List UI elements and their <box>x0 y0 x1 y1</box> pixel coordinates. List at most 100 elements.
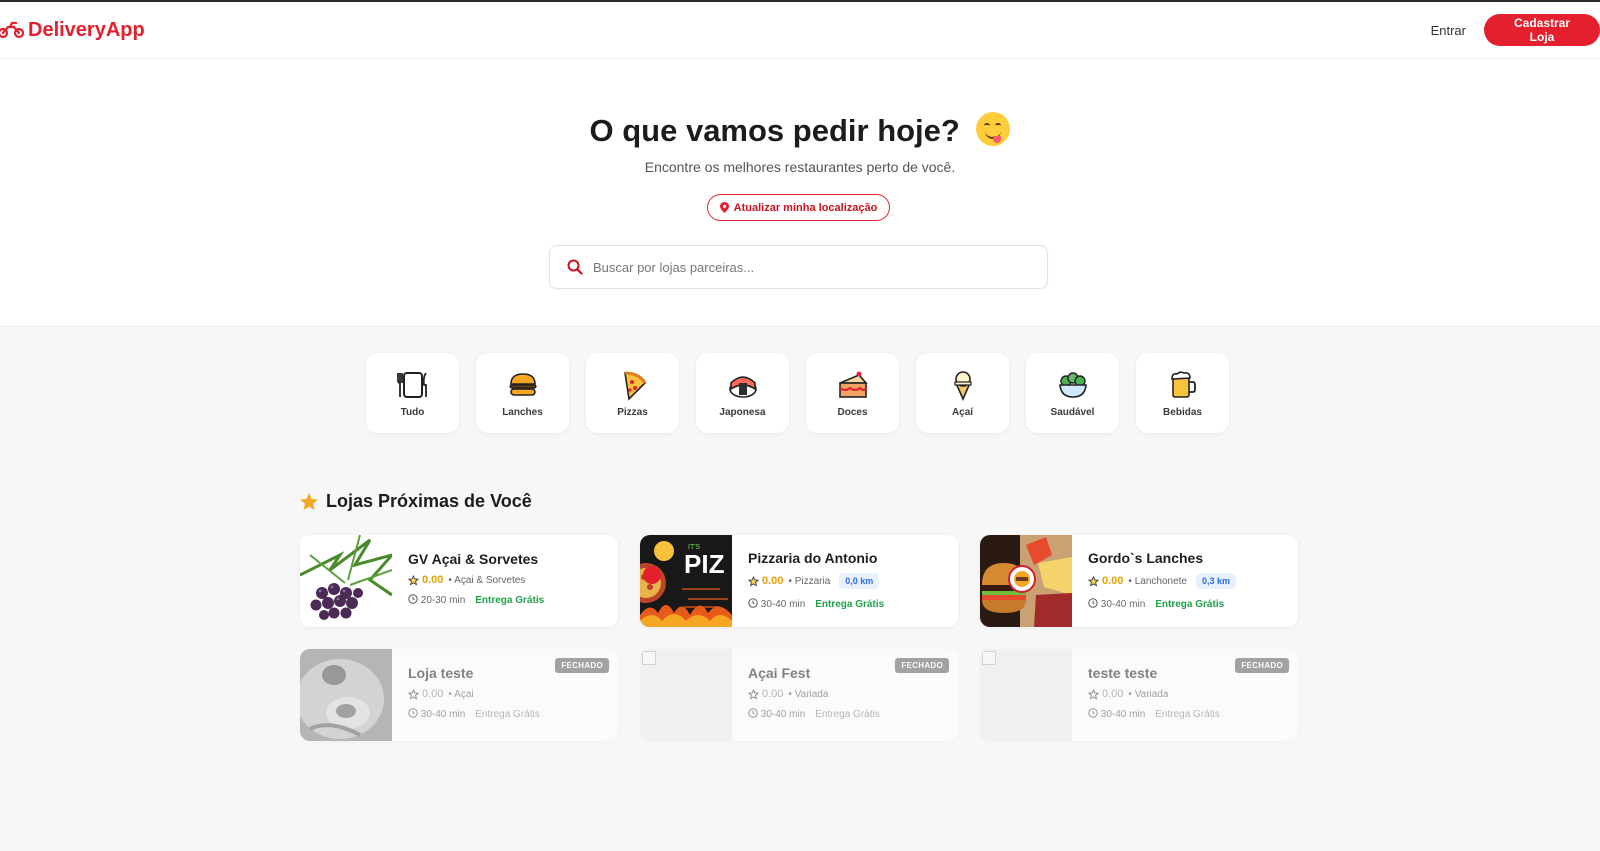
hero-section: O que vamos pedir hoje? Encontre os melh… <box>0 59 1600 327</box>
star-icon <box>300 492 318 510</box>
login-button[interactable]: Entrar <box>1431 23 1466 38</box>
pizza-promo-image: PIZ IT'S <box>640 535 732 627</box>
delivery-time-text: 30-40 min <box>1100 599 1146 610</box>
clock-icon <box>1088 598 1098 608</box>
delivery-time: 30-40 min <box>1088 708 1145 720</box>
grayscale-photo-image <box>300 649 392 741</box>
category-label: Saudável <box>1050 406 1095 418</box>
category-japonesa[interactable]: Japonesa <box>696 353 789 433</box>
store-rating: 0.00 <box>1088 575 1123 587</box>
sushi-icon <box>728 375 757 398</box>
category-label: Japonesa <box>719 406 766 418</box>
hero-subtitle: Encontre os melhores restaurantes perto … <box>644 159 956 175</box>
store-category: • Pizzaria <box>788 575 831 587</box>
navbar: DeliveryApp Entrar Cadastrar Loja <box>0 2 1600 59</box>
category-label: Pizzas <box>617 406 648 418</box>
free-delivery: Entrega Grátis <box>475 594 545 606</box>
store-card[interactable]: Gordo`s Lanches 0.00 • Lanchonete 0,3 km… <box>980 535 1298 627</box>
broken-image-icon <box>640 649 732 741</box>
star-outline-icon <box>408 688 419 699</box>
register-store-button[interactable]: Cadastrar Loja <box>1484 14 1600 46</box>
store-category: • Variada <box>1128 688 1169 700</box>
rating-value: 0.00 <box>1102 575 1124 587</box>
search-icon <box>567 259 583 275</box>
star-outline-icon <box>1088 688 1099 699</box>
store-thumbnail <box>640 649 732 741</box>
store-thumbnail: PIZ IT'S <box>640 535 732 627</box>
store-name: Gordo`s Lanches <box>1088 550 1204 566</box>
svg-text:IT'S: IT'S <box>688 544 701 551</box>
distance-badge: 0,3 km <box>1195 573 1237 589</box>
update-location-label: Atualizar minha localização <box>733 201 878 214</box>
rating-value: 0.00 <box>762 575 784 587</box>
store-rating: 0.00 <box>1088 688 1123 700</box>
svg-text:PIZ: PIZ <box>684 549 725 579</box>
store-thumbnail <box>980 535 1072 627</box>
store-rating: 0.00 <box>748 575 783 587</box>
delivery-time-text: 30-40 min <box>1100 709 1146 720</box>
store-name: Açai Fest <box>748 665 811 681</box>
search-bar <box>549 245 1048 289</box>
store-rating: 0.00 <box>408 688 443 700</box>
brand-logo[interactable]: DeliveryApp <box>0 19 145 42</box>
clock-icon <box>1088 708 1098 718</box>
delivery-time: 30-40 min <box>748 598 805 610</box>
free-delivery: Entrega Grátis <box>1155 708 1220 720</box>
store-name: Loja teste <box>408 665 474 681</box>
ice-cream-icon <box>953 370 972 401</box>
store-rating: 0.00 <box>408 574 443 586</box>
rating-value: 0.00 <box>1102 688 1124 700</box>
section-title-text: Lojas Próximas de Você <box>326 491 532 511</box>
delivery-time: 30-40 min <box>748 708 805 720</box>
store-rating: 0.00 <box>748 688 783 700</box>
free-delivery: Entrega Grátis <box>475 708 540 720</box>
category-pizzas[interactable]: Pizzas <box>586 353 679 433</box>
store-card-closed[interactable]: FECHADO Loja teste 0.00 • Açai 30-40 min… <box>300 649 618 741</box>
store-card[interactable]: GV Açai & Sorvetes 0.00 • Açai & Sorvete… <box>300 535 618 627</box>
rating-value: 0.00 <box>422 688 444 700</box>
category-doces[interactable]: Doces <box>806 353 899 433</box>
delivery-time: 30-40 min <box>408 708 465 720</box>
store-category: • Açai <box>448 688 474 700</box>
beer-icon <box>1170 370 1196 398</box>
rating-value: 0.00 <box>762 688 784 700</box>
delivery-time-text: 30-40 min <box>760 709 806 720</box>
store-thumbnail <box>300 535 392 627</box>
yum-face-icon <box>976 112 1011 146</box>
update-location-button[interactable]: Atualizar minha localização <box>707 194 890 221</box>
cake-icon <box>838 371 868 398</box>
category-saudavel[interactable]: Saudável <box>1026 353 1119 433</box>
delivery-time: 20-30 min <box>408 594 465 606</box>
free-delivery: Entrega Grátis <box>1155 598 1225 610</box>
search-input[interactable] <box>593 259 1013 275</box>
store-card-closed[interactable]: FECHADO teste teste 0.00 • Variada 30-40… <box>980 649 1298 741</box>
distance-badge: 0,0 km <box>839 573 880 589</box>
category-label: Lanches <box>502 406 543 418</box>
delivery-time-text: 30-40 min <box>760 599 806 610</box>
rating-value: 0.00 <box>422 574 444 586</box>
category-label: Doces <box>837 406 868 418</box>
free-delivery: Entrega Grátis <box>815 598 885 610</box>
category-acai[interactable]: Açaí <box>916 353 1009 433</box>
hero-title: O que vamos pedir hoje? <box>0 112 1600 149</box>
broken-image-icon <box>980 649 1072 741</box>
star-outline-icon <box>748 688 759 699</box>
delivery-time: 30-40 min <box>1088 598 1145 610</box>
store-card[interactable]: PIZ IT'S Pizzaria do Antonio 0.00 • Pizz… <box>640 535 958 627</box>
store-thumbnail <box>980 649 1072 741</box>
delivery-time-text: 30-40 min <box>420 709 466 720</box>
store-card-closed[interactable]: FECHADO Açai Fest 0.00 • Variada 30-40 m… <box>640 649 958 741</box>
brand-name: DeliveryApp <box>28 18 145 41</box>
store-name: teste teste <box>1088 665 1158 681</box>
category-lanches[interactable]: Lanches <box>476 353 569 433</box>
category-tudo[interactable]: Tudo <box>366 353 459 433</box>
pizza-icon <box>623 371 646 401</box>
salad-icon <box>1058 371 1087 398</box>
category-bebidas[interactable]: Bebidas <box>1136 353 1229 433</box>
clock-icon <box>408 594 418 604</box>
star-outline-icon <box>1088 575 1099 586</box>
utensils-icon <box>396 371 427 398</box>
category-label: Tudo <box>400 406 425 418</box>
hero-title-text: O que vamos pedir hoje? <box>589 113 960 148</box>
star-outline-icon <box>748 575 759 586</box>
